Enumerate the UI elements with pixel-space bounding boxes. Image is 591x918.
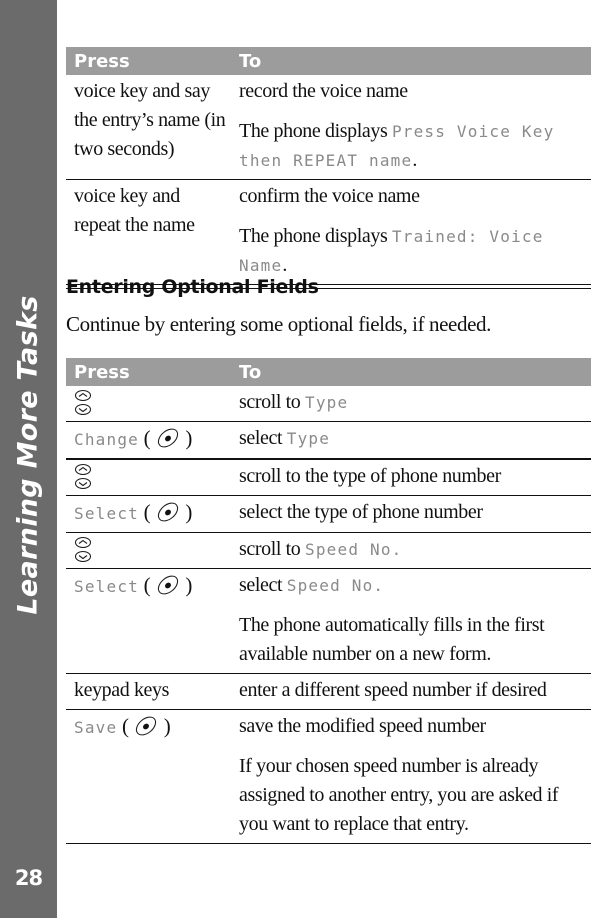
scroll-key-icon [74,389,92,416]
section-body: Continue by entering some optional field… [66,312,491,336]
table-header: Press To [66,358,591,386]
table-row: Select ( ) select Speed No. The phone auto… [66,569,591,674]
press-cell: voice key and say the entry’s name (in t… [66,75,239,179]
to-cell: select Type [239,422,591,458]
action-text: select the type of phone number [239,498,591,527]
header-to: To [239,50,262,72]
display-note: The phone displays Trained: Voice Name. [239,222,591,280]
select-key-icon [136,716,157,736]
lcd-text: Type [305,393,349,412]
note-text: The phone displays [239,225,392,247]
paren: ) [185,426,193,450]
note-text: The phone automatically fills in the fir… [239,614,545,665]
action-text: select Type [239,424,591,453]
lcd-text: Type [286,429,331,448]
press-cell: Select ( ) [66,569,239,673]
table-header: Press To [66,47,591,75]
softkey-label: Change [74,430,139,449]
press-cell: voice key and repeat the name [66,180,239,284]
paren: ) [185,573,193,597]
to-cell: scroll to Type [239,386,591,421]
note-suffix: . [412,149,417,171]
voice-name-table: Press To voice key and say the entry’s n… [66,47,591,289]
select-key-icon [157,428,178,448]
press-cell [66,386,239,421]
softkey-label: Select [74,504,139,523]
table-row: keypad keys enter a different speed numbe… [66,674,591,710]
action-label: select the type of phone number [239,501,483,523]
press-cell [66,533,239,568]
scroll-key-icon [74,536,92,563]
table-row: voice key and repeat the name confirm th… [66,180,591,285]
action-label: select [239,574,287,596]
press-cell: Save ( ) [66,710,239,843]
note-suffix: . [282,254,287,276]
press-text: voice key and repeat the name [74,185,195,236]
table-row: scroll to Type [66,386,591,422]
header-press: Press [74,50,130,72]
table-row: scroll to Speed No. [66,533,591,569]
action-text: scroll to Type [239,388,591,417]
to-cell: save the modified speed number If your ch… [239,710,591,843]
to-cell: select the type of phone number [239,496,591,532]
table-body: scroll to Type Change ( ) select Type scro… [66,386,591,844]
note-text: If your chosen speed number is already a… [239,755,559,835]
page-number: 28 [14,866,43,890]
press-text: voice key and say the entry’s name (in t… [74,80,226,160]
press-cell: keypad keys [66,674,239,709]
table-row: Change ( ) select Type [66,422,591,460]
table-row: Save ( ) save the modified speed number If… [66,710,591,844]
table-row: Select ( ) select the type of phone numbe… [66,496,591,533]
chapter-sidebar: Learning More Tasks 28 [0,0,57,918]
action-label: save the modified speed number [239,715,486,737]
scroll-key-icon [74,463,92,490]
action-text: select Speed No. [239,571,591,600]
action-label: scroll to [239,538,305,560]
select-key-icon [157,502,178,522]
paren: ( [121,714,129,738]
action-text: save the modified speed number [239,712,591,741]
press-text: keypad keys [74,679,170,701]
select-key-icon [157,575,178,595]
lcd-text: Speed No. [286,576,385,595]
table-row: voice key and say the entry’s name (in t… [66,75,591,180]
action-text: enter a different speed number if desire… [239,676,591,705]
action-text: record the voice name [239,80,408,102]
to-cell: scroll to the type of phone number [239,460,591,495]
press-cell: Select ( ) [66,496,239,532]
action-label: enter a different speed number if desire… [239,679,547,701]
note-text: The phone displays [239,120,392,142]
header-press: Press [74,361,130,383]
paren: ) [185,500,193,524]
lcd-text: Speed No. [305,540,403,559]
action-label: scroll to the type of phone number [239,465,501,487]
to-cell: scroll to Speed No. [239,533,591,568]
action-label: scroll to [239,391,305,413]
section-heading: Entering Optional Fields [66,276,319,298]
press-cell [66,460,239,495]
optional-fields-table: Press To scroll to Type Change ( ) select … [66,358,591,844]
action-text: confirm the voice name [239,185,420,207]
action-label: select [239,427,287,449]
to-cell: select Speed No. The phone automatically … [239,569,591,673]
to-cell: enter a different speed number if desire… [239,674,591,709]
paren: ( [143,573,151,597]
to-cell: confirm the voice name The phone display… [239,180,591,284]
display-note: The phone displays Press Voice Key then … [239,117,591,175]
press-cell: Change ( ) [66,422,239,458]
softkey-label: Save [74,718,118,737]
table-row: scroll to the type of phone number [66,460,591,496]
paren: ) [163,714,171,738]
header-to: To [239,361,262,383]
action-text: scroll to the type of phone number [239,462,591,491]
action-text: scroll to Speed No. [239,535,591,564]
paren: ( [143,500,151,524]
paren: ( [143,426,151,450]
chapter-title: Learning More Tasks [12,295,44,615]
to-cell: record the voice name The phone displays… [239,75,591,179]
softkey-label: Select [74,577,139,596]
